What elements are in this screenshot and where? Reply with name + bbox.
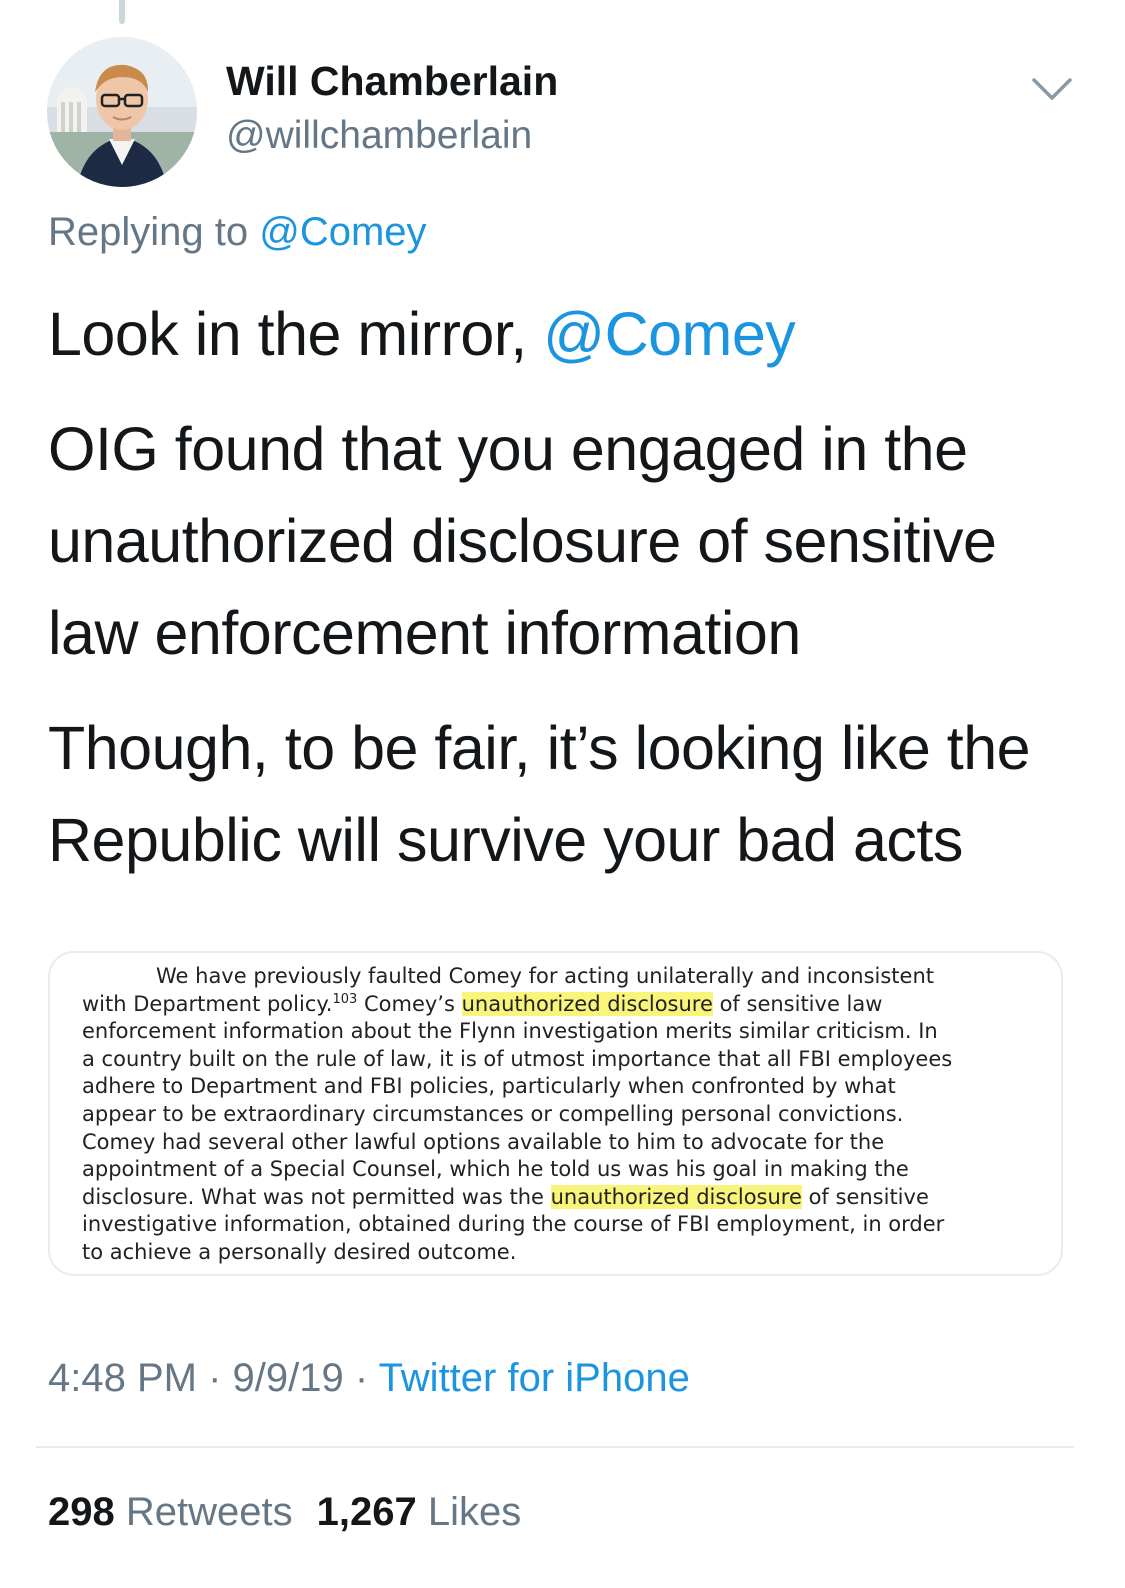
tweet-paragraph-1: Look in the mirror, @Comey <box>48 288 1088 380</box>
likes-label: Likes <box>416 1490 522 1534</box>
doc-text: with Department policy. <box>82 991 333 1016</box>
doc-text: Comey’s <box>357 991 462 1016</box>
doc-line: appointment of a Special Counsel, which … <box>82 1157 909 1182</box>
doc-line: a country built on the rule of law, it i… <box>82 1046 953 1071</box>
tweet-paragraph-2: OIG found that you engaged in the unauth… <box>48 415 997 667</box>
doc-highlight: unauthorized disclosure <box>461 991 713 1016</box>
tweet-paragraph-3: Though, to be fair, it’s looking like th… <box>48 714 1031 874</box>
doc-line: appear to be extraordinary circumstances… <box>82 1101 904 1126</box>
chevron-down-icon[interactable] <box>1030 74 1074 104</box>
replying-to: Replying to @Comey <box>48 210 427 255</box>
tweet-time[interactable]: 4:48 PM <box>48 1356 197 1400</box>
tweet-mention[interactable]: @Comey <box>543 300 796 368</box>
tweet-line-text: Look in the mirror, <box>48 300 544 368</box>
author-handle[interactable]: @willchamberlain <box>226 114 532 158</box>
likes-count: 1,267 <box>316 1490 417 1534</box>
doc-text: of sensitive <box>801 1184 929 1209</box>
tweet-date[interactable]: 9/9/19 <box>233 1356 344 1400</box>
tweet-text: Look in the mirror, @Comey OIG found tha… <box>48 288 1088 909</box>
doc-highlight: unauthorized disclosure <box>550 1184 802 1209</box>
likes-stat[interactable]: 1,267 Likes <box>317 1490 522 1534</box>
divider <box>36 1446 1074 1448</box>
tweet-metadata: 4:48 PM · 9/9/19 · Twitter for iPhone <box>48 1356 690 1401</box>
doc-line: investigative information, obtained duri… <box>82 1212 945 1237</box>
engagement-stats: 298 Retweets 1,267 Likes <box>48 1490 521 1535</box>
doc-text: of sensitive law <box>712 991 883 1016</box>
replying-to-label: Replying to <box>48 210 260 254</box>
doc-footnote: 103 <box>332 991 358 1007</box>
doc-line: to achieve a personally desired outcome. <box>82 1239 517 1264</box>
retweets-count: 298 <box>48 1490 115 1534</box>
doc-line: with Department policy.103 Comey’s unaut… <box>82 991 1042 1019</box>
doc-line: enforcement information about the Flynn … <box>82 1019 938 1044</box>
meta-separator: · <box>196 1356 233 1400</box>
doc-text: disclosure. What was not permitted was t… <box>82 1184 551 1209</box>
avatar[interactable] <box>47 37 197 187</box>
doc-line: We have previously faulted Comey for act… <box>156 964 934 988</box>
tweet-source-link[interactable]: Twitter for iPhone <box>379 1356 690 1400</box>
retweets-stat[interactable]: 298 Retweets <box>48 1490 293 1534</box>
replying-to-mention[interactable]: @Comey <box>259 210 426 254</box>
doc-line: disclosure. What was not permitted was t… <box>82 1184 1042 1212</box>
avatar-image <box>47 37 197 187</box>
meta-separator: · <box>343 1356 379 1400</box>
retweets-label: Retweets <box>114 1490 293 1534</box>
doc-line: Comey had several other lawful options a… <box>82 1129 885 1154</box>
doc-line: adhere to Department and FBI policies, p… <box>82 1074 896 1099</box>
document-excerpt: We have previously faulted Comey for act… <box>82 963 1042 1267</box>
author-name[interactable]: Will Chamberlain <box>226 58 558 105</box>
attached-image-document[interactable]: We have previously faulted Comey for act… <box>48 951 1063 1276</box>
thread-connector-line <box>119 0 125 24</box>
